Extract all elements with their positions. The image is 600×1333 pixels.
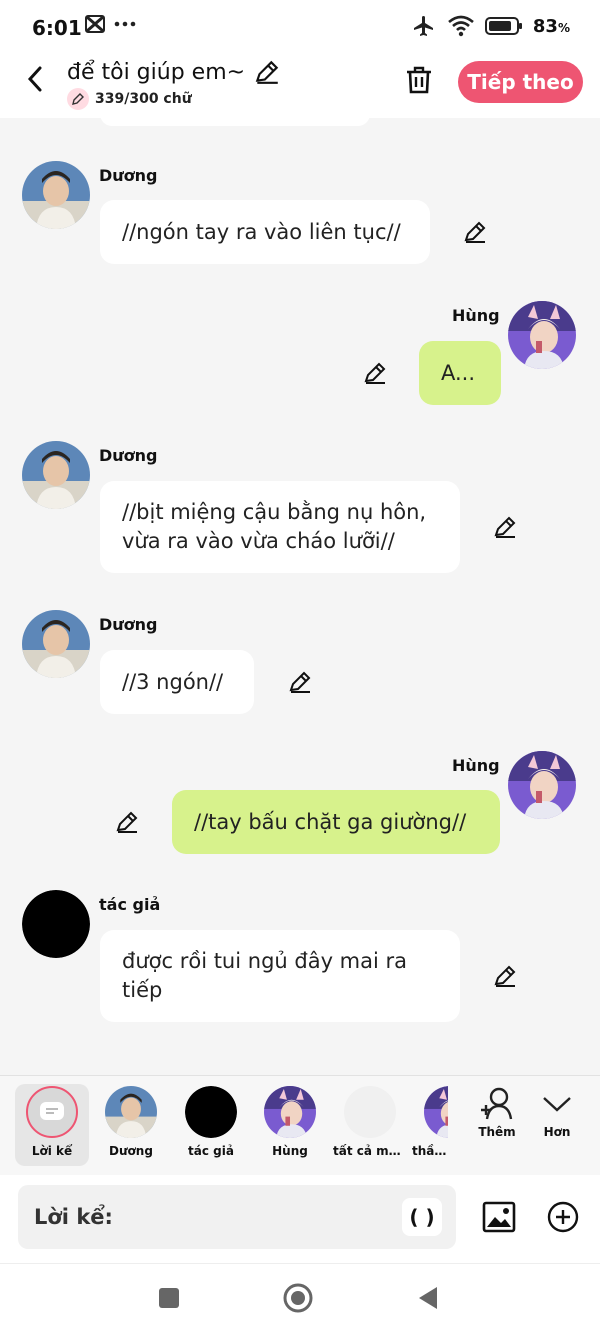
edit-title-icon[interactable] [253, 58, 281, 86]
edit-message-icon[interactable] [287, 669, 313, 695]
chat-area[interactable]: Dương //ngón tay ra vào liên tục// Hùng A..… [0, 118, 600, 1075]
narration-icon [26, 1086, 78, 1138]
back-nav-icon[interactable] [415, 1284, 441, 1312]
avatar[interactable] [22, 161, 90, 229]
avatar [185, 1086, 237, 1138]
avatar [105, 1086, 157, 1138]
input-area: Lời kể: ( ) [0, 1175, 600, 1263]
sender-name: Dương [99, 446, 158, 465]
character-label: Dương [109, 1144, 153, 1158]
plus-circle-icon [547, 1201, 579, 1233]
airplane-icon [413, 16, 433, 36]
sender-name: Dương [99, 166, 158, 185]
sender-name: Hùng [452, 306, 500, 325]
character-label: Lời kể [31, 1144, 73, 1158]
character-option[interactable]: Hùng [253, 1084, 327, 1166]
sender-name: Dương [99, 615, 158, 634]
add-person-icon [481, 1087, 513, 1120]
add-character-button[interactable]: Thêm [472, 1086, 522, 1139]
narration-label: Lời kể: [34, 1205, 113, 1229]
character-option[interactable]: Lời kể [15, 1084, 89, 1166]
status-bar: 6:01 83% [0, 0, 600, 56]
character-option[interactable]: tất cả mọi... [333, 1084, 407, 1166]
story-title-text: để tôi giúp em~ [67, 59, 246, 85]
avatar[interactable] [22, 610, 90, 678]
char-count-text: 339/300 chữ [95, 91, 192, 107]
more-icon [114, 21, 136, 27]
character-label: Hùng [272, 1144, 308, 1158]
sender-name: Hùng [452, 756, 500, 775]
edit-message-icon[interactable] [462, 219, 488, 245]
avatar[interactable] [508, 751, 576, 819]
character-label: tất cả mọi... [333, 1144, 407, 1158]
message-bubble[interactable]: được rồi tui ngủ đây mai ra tiếp [100, 930, 460, 1022]
avatar [344, 1086, 396, 1138]
header: để tôi giúp em~ 339/300 chữ Tiếp theo [0, 56, 600, 118]
partial-message-bubble [100, 118, 370, 126]
narration-input[interactable]: Lời kể: ( ) [18, 1185, 456, 1249]
story-title[interactable]: để tôi giúp em~ [67, 58, 281, 86]
char-count: 339/300 chữ [67, 88, 192, 110]
edit-message-icon[interactable] [362, 360, 388, 386]
more-label: Hơn [543, 1125, 571, 1139]
avatar [424, 1086, 448, 1138]
character-bar: Lời kể Dương tác giả Hùng tất cả mọi... thầy … [0, 1075, 600, 1175]
parentheses-button[interactable]: ( ) [402, 1198, 442, 1236]
message-bubble[interactable]: //tay bấu chặt ga giường// [172, 790, 500, 854]
trash-icon [407, 66, 431, 94]
battery-level: 83% [532, 15, 570, 37]
avatar[interactable] [22, 890, 90, 958]
capcut-icon [85, 15, 105, 33]
message-bubble[interactable]: //bịt miệng cậu bằng nụ hôn, vừa ra vào … [100, 481, 460, 573]
back-button[interactable] [20, 62, 52, 96]
message-bubble[interactable]: //ngón tay ra vào liên tục// [100, 200, 430, 264]
add-character-label: Thêm [478, 1125, 516, 1139]
wifi-icon [448, 15, 474, 37]
image-icon [482, 1201, 516, 1233]
character-label: thầy v [412, 1144, 448, 1158]
avatar[interactable] [22, 441, 90, 509]
navigation-bar [0, 1263, 600, 1333]
recents-icon[interactable] [157, 1286, 181, 1310]
chevron-left-icon [27, 66, 42, 92]
character-option[interactable]: Dương [94, 1084, 168, 1166]
edit-message-icon[interactable] [492, 514, 518, 540]
status-time: 6:01 [32, 16, 82, 40]
home-icon[interactable] [282, 1282, 314, 1314]
chevron-down-icon [543, 1097, 571, 1112]
character-option[interactable]: tác giả [174, 1084, 248, 1166]
avatar[interactable] [508, 301, 576, 369]
edit-message-icon[interactable] [114, 809, 140, 835]
message-bubble[interactable]: //3 ngón// [100, 650, 254, 714]
next-button[interactable]: Tiếp theo [458, 61, 583, 103]
image-button[interactable] [482, 1201, 516, 1233]
sender-name: tác giả [99, 895, 161, 914]
avatar [264, 1086, 316, 1138]
character-label: tác giả [188, 1144, 234, 1158]
message-bubble[interactable]: A... [419, 341, 501, 405]
delete-button[interactable] [404, 64, 434, 96]
pencil-icon [67, 88, 89, 110]
add-button[interactable] [546, 1200, 580, 1234]
edit-message-icon[interactable] [492, 963, 518, 989]
more-button[interactable]: Hơn [532, 1086, 582, 1139]
character-option[interactable]: thầy v [412, 1084, 448, 1166]
battery-icon [484, 17, 522, 35]
